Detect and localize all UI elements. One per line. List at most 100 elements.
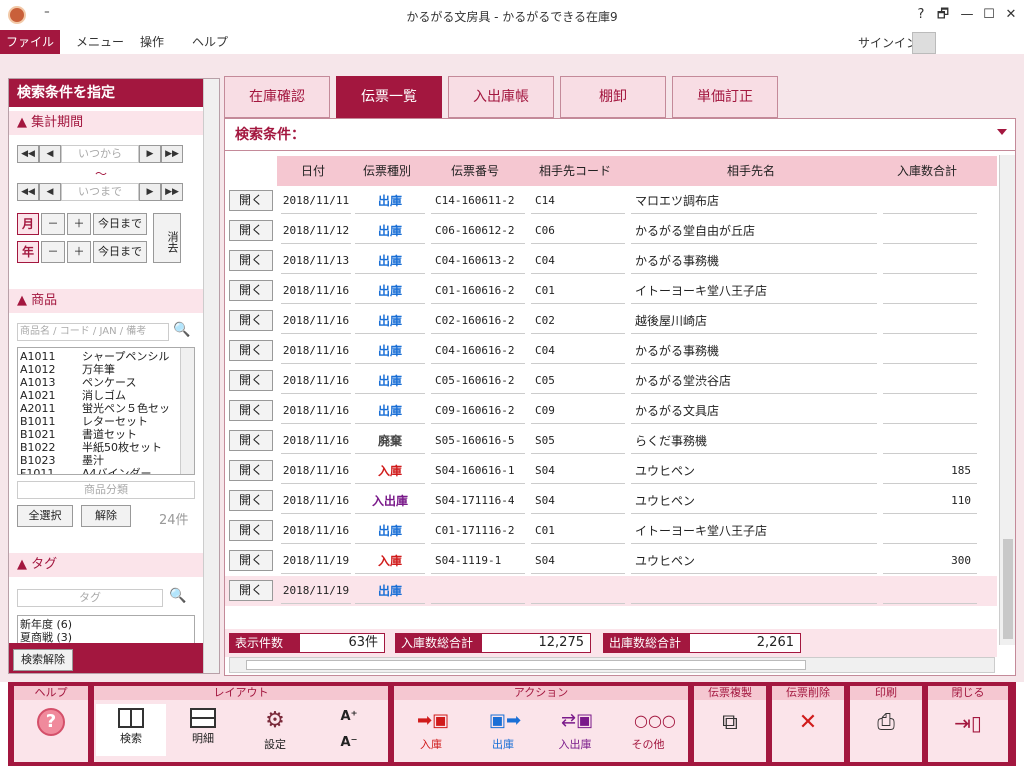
table-row[interactable]: 開く 2018/11/19 出庫	[225, 576, 997, 606]
tab-0[interactable]: 在庫確認	[224, 76, 330, 118]
from-prev-button[interactable]: ◀	[39, 145, 61, 163]
menu-menu[interactable]: メニュー	[64, 30, 136, 54]
table-row[interactable]: 開く 2018/11/16 出庫 C02-160616-2 C02 越後屋川崎店	[225, 306, 997, 336]
table-row[interactable]: 開く 2018/11/16 出庫 C01-160616-2 C01 イトーヨーキ堂八王子店	[225, 276, 997, 306]
open-slip-button[interactable]: 開く	[229, 250, 273, 271]
open-slip-button[interactable]: 開く	[229, 460, 273, 481]
to-next-button[interactable]: ▶	[139, 183, 161, 201]
column-header-no[interactable]: 伝票番号	[427, 156, 523, 186]
product-search-icon[interactable]: 🔍	[173, 322, 190, 338]
table-row[interactable]: 開く 2018/11/12 出庫 C06-160612-2 C06 かるがる堂自由が丘店	[225, 216, 997, 246]
layout-search-button[interactable]: 検索	[96, 704, 166, 756]
release-button[interactable]: 解除	[81, 505, 131, 527]
table-row[interactable]: 開く 2018/11/16 出庫 C09-160616-2 C09 かるがる文具店	[225, 396, 997, 426]
month-plus-button[interactable]: ＋	[67, 213, 91, 235]
action-inout-button[interactable]: ⇄▣ 入出庫	[540, 704, 610, 756]
open-slip-button[interactable]: 開く	[229, 400, 273, 421]
menu-file[interactable]: ファイル	[0, 30, 60, 54]
product-list-item[interactable]: A2011 蛍光ペン５色セッ	[20, 402, 180, 415]
open-slip-button[interactable]: 開く	[229, 550, 273, 571]
product-list-item[interactable]: A1013 ペンケース	[20, 376, 180, 389]
close-ribbon-button[interactable]: ⇥▯	[932, 704, 1004, 756]
open-slip-button[interactable]: 開く	[229, 280, 273, 301]
from-first-button[interactable]: ◀◀	[17, 145, 39, 163]
select-all-button[interactable]: 全選択	[17, 505, 73, 527]
ribbon-display-icon[interactable]: 🗗	[932, 5, 954, 25]
action-out-button[interactable]: ▣➡ 出庫	[468, 704, 538, 756]
action-other-button[interactable]: ○○○ その他	[612, 704, 684, 756]
period-clear-button[interactable]: 消去	[153, 213, 181, 263]
column-header-date[interactable]: 日付	[277, 156, 349, 186]
product-list-item[interactable]: B1023 墨汁	[20, 454, 180, 467]
table-row[interactable]: 開く 2018/11/16 廃棄 S05-160616-5 S05 らくだ事務機	[225, 426, 997, 456]
open-slip-button[interactable]: 開く	[229, 190, 273, 211]
avatar-icon[interactable]	[912, 32, 936, 54]
month-minus-button[interactable]: －	[41, 213, 65, 235]
font-increase-button[interactable]: A⁺	[314, 704, 384, 730]
minimize-button[interactable]: —	[956, 5, 978, 25]
layout-settings-button[interactable]: ⚙ 設定	[240, 704, 310, 756]
font-decrease-button[interactable]: A⁻	[314, 730, 384, 756]
maximize-button[interactable]: ☐	[978, 5, 1000, 25]
table-row[interactable]: 開く 2018/11/16 出庫 C05-160616-2 C05 かるがる堂渋谷店	[225, 366, 997, 396]
menu-operation[interactable]: 操作	[128, 30, 176, 54]
close-button[interactable]: ✕	[1000, 5, 1022, 25]
tag-header[interactable]: ▲ タグ	[9, 553, 203, 577]
tab-4[interactable]: 単価訂正	[672, 76, 778, 118]
period-header[interactable]: ▲ 集計期間	[9, 111, 203, 135]
open-slip-button[interactable]: 開く	[229, 370, 273, 391]
clear-search-button[interactable]: 検索解除	[13, 649, 73, 671]
action-in-button[interactable]: ➡▣ 入庫	[396, 704, 466, 756]
open-slip-button[interactable]: 開く	[229, 310, 273, 331]
month-today-button[interactable]: 今日まで	[93, 213, 147, 235]
table-row[interactable]: 開く 2018/11/16 入庫 S04-160616-1 S04 ユウヒペン 185	[225, 456, 997, 486]
product-list-item[interactable]: B1011 レターセット	[20, 415, 180, 428]
tab-1[interactable]: 伝票一覧	[336, 76, 442, 118]
product-list-item[interactable]: F1011 A4バインダー	[20, 467, 180, 474]
layout-detail-button[interactable]: 明細	[168, 704, 238, 756]
help-ribbon-button[interactable]: ?	[16, 704, 86, 756]
open-slip-button[interactable]: 開く	[229, 220, 273, 241]
search-panel-scrollbar[interactable]	[203, 79, 219, 673]
from-date-input[interactable]: いつから	[61, 145, 139, 163]
to-date-input[interactable]: いつまで	[61, 183, 139, 201]
from-next-button[interactable]: ▶	[139, 145, 161, 163]
copy-slip-button[interactable]: ⧉	[696, 704, 764, 756]
year-plus-button[interactable]: ＋	[67, 241, 91, 263]
product-list-item[interactable]: B1021 書道セット	[20, 428, 180, 441]
tag-item[interactable]: 新年度 (6)	[20, 618, 192, 631]
tab-2[interactable]: 入出庫帳	[448, 76, 554, 118]
to-last-button[interactable]: ▶▶	[161, 183, 183, 201]
table-row[interactable]: 開く 2018/11/13 出庫 C04-160613-2 C04 かるがる事務機	[225, 246, 997, 276]
expand-condition-icon[interactable]	[997, 129, 1007, 135]
product-header[interactable]: ▲ 商品	[9, 289, 203, 313]
table-row[interactable]: 開く 2018/11/11 出庫 C14-160611-2 C14 マロエツ調布店	[225, 186, 997, 216]
from-last-button[interactable]: ▶▶	[161, 145, 183, 163]
tab-3[interactable]: 棚卸	[560, 76, 666, 118]
open-slip-button[interactable]: 開く	[229, 520, 273, 541]
product-list-item[interactable]: A1012 万年筆	[20, 363, 180, 376]
signin-link[interactable]: サインイン	[858, 34, 918, 51]
column-header-kind[interactable]: 伝票種別	[351, 156, 423, 186]
product-search-input[interactable]: 商品名 / コード / JAN / 備考	[17, 323, 169, 341]
year-today-button[interactable]: 今日まで	[93, 241, 147, 263]
table-row[interactable]: 開く 2018/11/16 出庫 C01-171116-2 C01 イトーヨーキ堂八王子店	[225, 516, 997, 546]
table-row[interactable]: 開く 2018/11/16 入出庫 S04-171116-4 S04 ユウヒペン 110	[225, 486, 997, 516]
search-condition-bar[interactable]: 検索条件：	[225, 119, 1015, 151]
table-row[interactable]: 開く 2018/11/19 入庫 S04-1119-1 S04 ユウヒペン 300	[225, 546, 997, 576]
hscroll-thumb[interactable]	[246, 660, 806, 670]
table-vertical-scrollbar[interactable]	[999, 155, 1015, 645]
to-first-button[interactable]: ◀◀	[17, 183, 39, 201]
open-slip-button[interactable]: 開く	[229, 430, 273, 451]
table-row[interactable]: 開く 2018/11/16 出庫 C04-160616-2 C04 かるがる事務機	[225, 336, 997, 366]
product-list-item[interactable]: A1011 シャープペンシル	[20, 350, 180, 363]
open-slip-button[interactable]: 開く	[229, 340, 273, 361]
open-slip-button[interactable]: 開く	[229, 580, 273, 601]
column-header-name[interactable]: 相手先名	[627, 156, 875, 186]
product-list-item[interactable]: B1022 半紙50枚セット	[20, 441, 180, 454]
help-icon[interactable]: ?	[910, 5, 932, 25]
tag-search-input[interactable]: タグ	[17, 589, 163, 607]
delete-slip-button[interactable]: ✕	[774, 704, 842, 756]
to-prev-button[interactable]: ◀	[39, 183, 61, 201]
open-slip-button[interactable]: 開く	[229, 490, 273, 511]
